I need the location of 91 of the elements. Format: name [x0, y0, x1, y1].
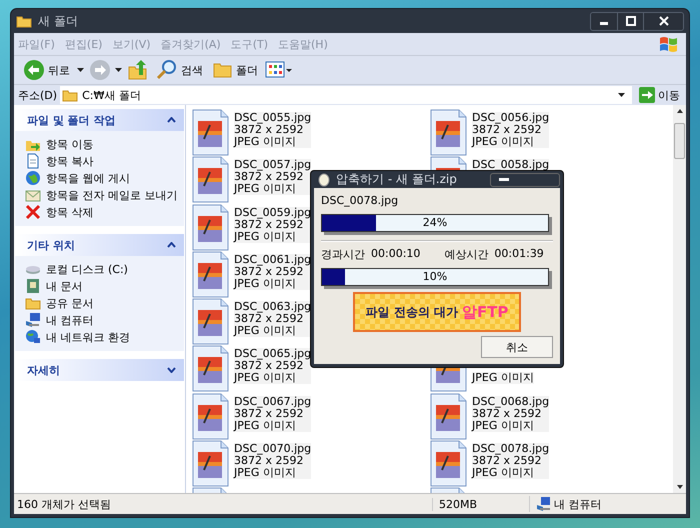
file-name[interactable]: DSC_0065.jpg	[234, 348, 312, 360]
file-name[interactable]: DSC_0056.jpg	[472, 112, 550, 124]
close-icon	[658, 16, 668, 26]
task-link[interactable]: 항목 이동	[25, 136, 178, 152]
status-zone: 내 컴퓨터	[529, 496, 686, 512]
file-name[interactable]: DSC_0061.jpg	[234, 254, 312, 266]
file-type: JPEG 이미지	[472, 467, 550, 480]
image-dimensions: 3872 x 2592	[234, 266, 312, 278]
task-link[interactable]: 항목을 웹에 게시	[25, 170, 178, 186]
go-button[interactable]: 이동	[635, 87, 684, 103]
dialog-title: 압축하기 - 새 폴더.zip	[336, 171, 457, 188]
close-button[interactable]	[643, 12, 683, 30]
elapsed-time: 00:00:10	[371, 247, 420, 262]
file-name[interactable]: DSC_0070.jpg	[234, 443, 312, 456]
back-button[interactable]: 뒤로	[20, 59, 73, 81]
image-dimensions: 3872 x 2592	[234, 455, 312, 468]
image-dimensions: 3872 x 2592	[234, 408, 312, 420]
task-link[interactable]: 공유 문서	[25, 295, 178, 311]
image-dimensions: 3872 x 2592	[234, 360, 312, 372]
file-name[interactable]: DSC_0059.jpg	[234, 206, 312, 219]
scroll-thumb[interactable]	[674, 123, 685, 159]
image-dimensions: 3872 x 2592	[234, 218, 312, 231]
banner-brand: 알FTP	[462, 302, 508, 322]
views-icon[interactable]	[265, 60, 293, 80]
maximize-button[interactable]	[617, 12, 643, 30]
file-name[interactable]: DSC_0078.jpg	[472, 443, 550, 456]
maximize-icon	[626, 16, 636, 26]
file-type: JPEG 이미지	[234, 136, 312, 148]
minimize-button[interactable]	[591, 12, 617, 30]
globe-icon	[25, 170, 41, 186]
ad-banner[interactable]: 파일 전송의 대가 알FTP	[353, 292, 521, 332]
dropdown-caret-icon[interactable]	[115, 67, 123, 73]
window-title: 새 폴더	[38, 12, 79, 30]
computer-icon	[536, 496, 550, 512]
file-type: JPEG 이미지	[234, 467, 312, 480]
documents-icon	[25, 278, 41, 294]
remaining-label: 예상시간	[444, 247, 488, 262]
remaining-time: 00:01:39	[494, 247, 544, 262]
current-file-name: DSC_0078.jpg	[321, 194, 400, 209]
image-dimensions: 3872 x 2592	[472, 124, 550, 136]
progress-percent: 10%	[422, 270, 448, 283]
address-field[interactable]: C:₩새 폴더	[60, 86, 632, 104]
file-name[interactable]: DSC_0068.jpg	[472, 396, 550, 408]
minimize-icon	[499, 178, 509, 182]
folders-button[interactable]: 폴더	[210, 61, 261, 79]
elapsed-label: 경과시간	[321, 247, 365, 262]
window-controls[interactable]	[490, 172, 560, 186]
progress-percent: 24%	[422, 216, 448, 229]
file-type: JPEG 이미지	[472, 136, 550, 148]
image-dimensions: 3872 x 2592	[472, 408, 550, 420]
folder-icon	[213, 61, 233, 79]
task-link[interactable]: 항목 복사	[25, 153, 178, 169]
task-link[interactable]: 내 컴퓨터	[25, 312, 178, 328]
dropdown-caret-icon[interactable]	[77, 67, 85, 73]
task-link[interactable]: 항목을 전자 메일로 보내기	[25, 187, 178, 203]
task-link[interactable]: 항목 삭제	[25, 204, 178, 220]
window-controls[interactable]	[590, 12, 684, 30]
windows-logo-icon	[658, 34, 680, 54]
delete-icon	[25, 204, 41, 220]
search-button[interactable]: 검색	[153, 59, 206, 81]
task-link[interactable]: 내 네트워크 환경	[25, 329, 178, 345]
file-type: JPEG 이미지	[234, 230, 312, 243]
status-message: 160 개체가 선택됨	[16, 496, 112, 512]
file-name[interactable]: DSC_0063.jpg	[234, 301, 312, 314]
file-type: JPEG 이미지	[472, 420, 550, 432]
dropdown-caret-icon	[618, 92, 626, 98]
magnifier-icon	[156, 59, 178, 81]
task-link[interactable]: 로컬 디스크 (C:)	[25, 261, 178, 277]
file-type: JPEG 이미지	[472, 372, 534, 384]
file-type: JPEG 이미지	[234, 372, 312, 384]
file-name[interactable]: DSC_0055.jpg	[234, 112, 312, 124]
file-name[interactable]: DSC_0057.jpg	[234, 159, 312, 172]
file-name[interactable]: DSC_0067.jpg	[234, 396, 312, 408]
image-dimensions: 3872 x 2592	[234, 171, 312, 184]
image-dimensions: 3872 x 2592	[234, 124, 312, 136]
status-size: 520MB	[432, 498, 529, 510]
globe-computer-icon	[25, 329, 41, 345]
image-dimensions: 3872 x 2592	[472, 455, 550, 468]
file-type: JPEG 이미지	[234, 325, 312, 338]
image-dimensions: 3872 x 2592	[234, 313, 312, 326]
address-label: 주소(D)	[18, 88, 58, 102]
file-type: JPEG 이미지	[234, 278, 312, 290]
banner-slogan: 파일 전송의 대가	[366, 304, 458, 320]
file-type: JPEG 이미지	[234, 420, 312, 432]
file-type: JPEG 이미지	[234, 183, 312, 196]
task-link[interactable]: 내 문서	[25, 278, 178, 294]
scrollbar[interactable]	[673, 105, 686, 493]
computer-icon	[25, 312, 41, 328]
cancel-button[interactable]: 취소	[481, 336, 553, 358]
document-icon	[25, 153, 41, 169]
file-name[interactable]: DSC_0058.jpg	[472, 159, 550, 172]
